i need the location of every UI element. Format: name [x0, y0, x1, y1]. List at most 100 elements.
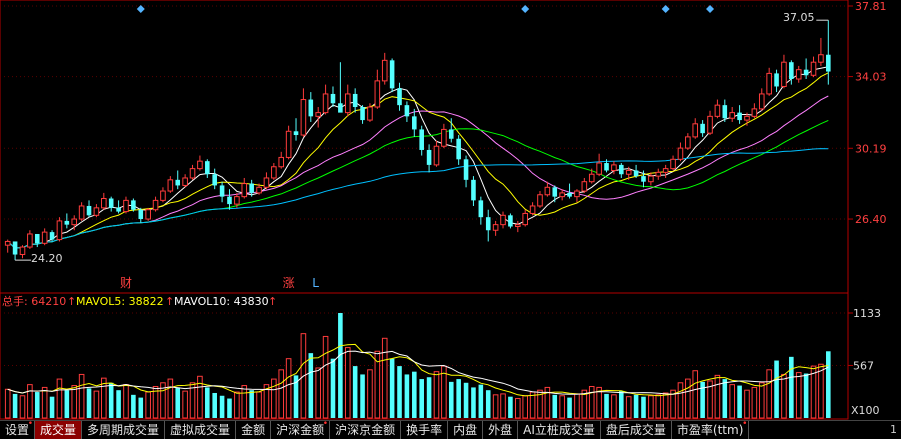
candle-body: [234, 196, 240, 205]
tab-10[interactable]: AI立桩成交量: [518, 421, 601, 439]
volume-bar: [433, 371, 440, 419]
volume-bar: [485, 390, 491, 418]
candle-body: [412, 116, 417, 130]
tab-8[interactable]: 内盘: [448, 421, 484, 439]
volume-bar: [619, 391, 624, 418]
volume-bar: [360, 374, 365, 418]
volume-bar: [249, 390, 254, 418]
volume-bar: [367, 369, 373, 419]
candle-body: [744, 115, 750, 121]
volume-bar: [167, 378, 174, 419]
tab-1[interactable]: 成交量: [35, 421, 83, 439]
volume-bar: [826, 351, 831, 418]
volume-bar: [219, 395, 225, 418]
candle-body: [774, 73, 779, 87]
volume-bar: [71, 385, 78, 419]
volume-up-arrow-3: ↑: [268, 295, 277, 308]
price-tick-label: 37.81: [855, 0, 887, 13]
candle-body: [670, 158, 676, 170]
tab-0[interactable]: 设置 •: [0, 419, 36, 439]
tab-label: 设置: [5, 423, 30, 437]
volume-bar: [256, 391, 262, 419]
volume-bar: [78, 373, 85, 419]
volume-bar: [197, 375, 203, 419]
candle-body: [315, 112, 321, 117]
candle-body: [758, 93, 765, 110]
candle-body: [803, 69, 809, 76]
volume-bar: [338, 313, 343, 418]
volume-bar: [175, 387, 181, 418]
volume-bar: [751, 386, 758, 419]
volume-bar: [641, 396, 646, 418]
candle-body: [544, 186, 551, 196]
candle-body: [78, 205, 85, 220]
tab-4[interactable]: 金额: [236, 421, 272, 439]
volume-bar: [737, 385, 742, 418]
tab-3[interactable]: 虚拟成交量: [165, 421, 237, 439]
tab-dot-icon: •: [27, 419, 34, 429]
tab-6[interactable]: 沪深京金额: [330, 421, 402, 439]
volume-bar: [234, 391, 240, 419]
tab-5[interactable]: 沪深金额 •: [271, 420, 331, 439]
candle-body: [197, 160, 203, 170]
candle-body: [500, 214, 506, 226]
volume-bar: [322, 335, 329, 419]
candle-body: [729, 112, 735, 119]
volume-bar: [182, 390, 188, 419]
candle-body: [419, 129, 424, 150]
candle-body: [810, 61, 817, 76]
candle-body: [389, 60, 395, 89]
candle-body: [27, 233, 33, 248]
tab-7[interactable]: 换手率: [401, 421, 449, 439]
candle-body: [263, 177, 270, 188]
tab-label: 成交量: [40, 423, 77, 437]
volume-bar: [677, 382, 684, 419]
tab-11[interactable]: 盘后成交量: [601, 421, 672, 439]
volume-ma-lines: [7, 343, 829, 397]
candle-body: [205, 161, 210, 175]
price-axis: 37.81 34.03 30.19 26.40: [848, 0, 887, 226]
high-price-label: 37.05: [783, 11, 815, 24]
candle-body: [625, 169, 632, 175]
tab-label: 沪深金额: [276, 423, 325, 437]
tab-9[interactable]: 外盘: [483, 421, 519, 439]
candle-body: [478, 200, 484, 218]
volume-bar: [574, 393, 580, 419]
event-label: L: [312, 276, 319, 290]
volume-bar: [522, 395, 528, 419]
volume-bar: [795, 372, 802, 419]
volume-bar: [93, 390, 100, 419]
volume-bar: [426, 377, 432, 418]
candle-body: [212, 174, 217, 186]
candlesticks: [4, 19, 831, 261]
ma10-line: [7, 72, 829, 249]
candle-body: [34, 233, 40, 244]
candle-body: [160, 190, 166, 201]
candle-body: [692, 123, 699, 138]
volume-bar: [138, 397, 144, 418]
candle-body: [648, 175, 654, 183]
mavol5-line: [7, 343, 829, 397]
volume-bar: [508, 396, 513, 418]
candle-body: [360, 107, 365, 121]
volume-bar: [212, 392, 217, 418]
volume-bar: [64, 390, 70, 418]
volume-bar: [729, 384, 735, 419]
candle-body: [93, 207, 100, 216]
volume-tick-label: 1133: [853, 307, 881, 320]
volume-bar: [308, 353, 314, 418]
volume-bar: [285, 358, 292, 419]
tab-label: AI立桩成交量: [523, 423, 595, 437]
tab-2[interactable]: 多周期成交量: [82, 421, 166, 439]
candle-body: [322, 93, 329, 114]
candle-body: [167, 179, 174, 192]
candle-body: [108, 198, 114, 208]
ma5-line: [7, 66, 829, 249]
marker-diamond-icon: [136, 5, 145, 13]
candle-body: [256, 186, 262, 194]
candle-body: [182, 177, 188, 186]
candle-body: [175, 179, 181, 186]
candle-body: [433, 145, 440, 166]
tab-12[interactable]: 市盈率(ttm) •: [672, 420, 750, 439]
candle-body: [633, 170, 639, 177]
